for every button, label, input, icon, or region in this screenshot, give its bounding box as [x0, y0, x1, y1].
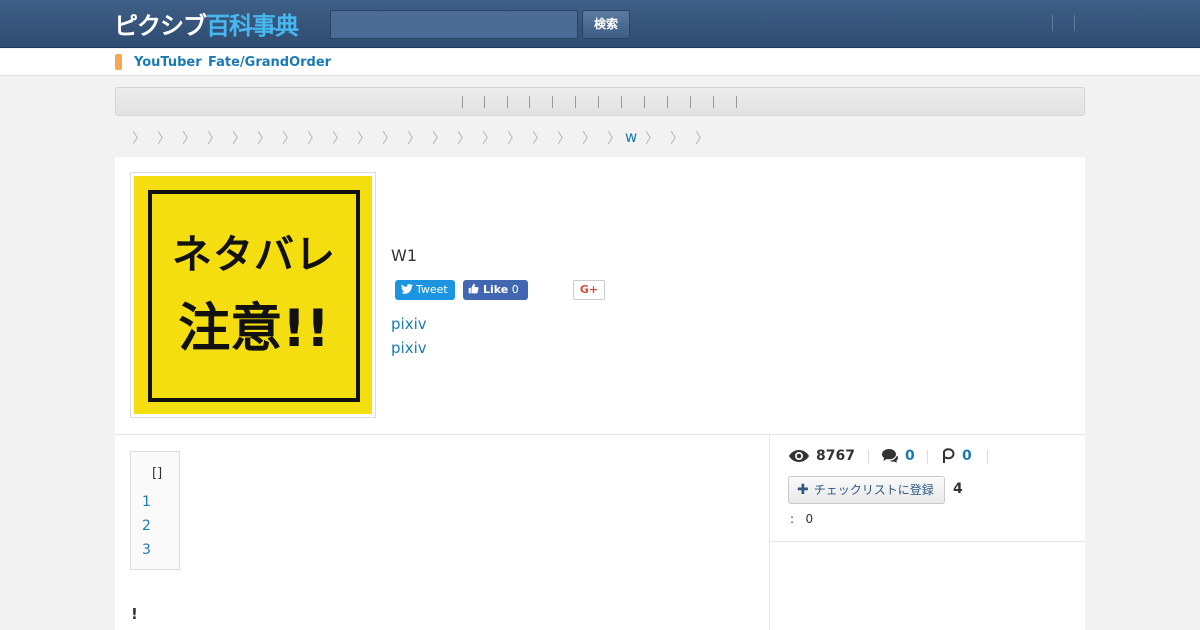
chevron-right-icon: 〉	[357, 131, 371, 147]
meta-value: 0	[805, 512, 814, 526]
article-thumbnail[interactable]: ネタバレ 注意!!	[130, 172, 376, 418]
tag-link-fgo[interactable]: Fate/GrandOrder	[208, 55, 331, 70]
chevron-right-icon: 〉	[407, 131, 421, 147]
menu-divider	[667, 96, 668, 108]
chevron-right-icon: 〉	[482, 131, 496, 147]
chevron-right-icon: 〉	[307, 131, 321, 147]
chevron-right-icon: 〉	[282, 131, 296, 147]
logo-text-pixiv: ピクシブ	[114, 11, 207, 40]
thumbs-up-icon	[468, 283, 479, 294]
spoiler-warning-line2: 注意!!	[178, 299, 330, 359]
google-plus-button[interactable]: G+	[573, 280, 605, 300]
menu-divider	[644, 96, 645, 108]
stat-divider	[868, 450, 869, 464]
chevron-right-icon: 〉	[332, 131, 346, 147]
chevron-right-icon: 〉	[557, 131, 571, 147]
chevron-right-icon: 〉	[157, 131, 171, 147]
chevron-right-icon: 〉	[582, 131, 596, 147]
header-divider	[1052, 15, 1053, 31]
chevron-right-icon: 〉	[132, 131, 146, 147]
menu-divider	[529, 96, 530, 108]
menu-divider	[507, 96, 508, 108]
stat-divider	[987, 450, 988, 464]
comments-icon	[882, 449, 898, 463]
view-count-value: 8767	[816, 448, 855, 464]
view-count: 8767	[789, 448, 855, 464]
section-divider	[115, 434, 1085, 435]
tweet-button[interactable]: Tweet	[395, 280, 455, 300]
chevron-right-icon: 〉	[645, 131, 659, 147]
menu-divider	[690, 96, 691, 108]
pixiv-link[interactable]: pixiv	[391, 315, 427, 333]
meta-info: : 0	[790, 512, 813, 526]
plus-icon: ✚	[797, 482, 809, 498]
chevron-right-icon: 〉	[232, 131, 246, 147]
sidebar-divider	[770, 541, 1085, 542]
spoiler-warning-line1: ネタバレ	[172, 232, 336, 278]
chevron-right-icon: 〉	[670, 131, 684, 147]
menu-divider	[462, 96, 463, 108]
checklist-count: 4	[953, 481, 963, 497]
top-header: ピクシブ 百科事典 検索	[0, 0, 1200, 48]
spoiler-warning-image: ネタバレ 注意!!	[134, 176, 372, 414]
eye-icon	[789, 450, 809, 462]
comment-count-value: 0	[905, 448, 915, 464]
meta-separator: :	[790, 512, 795, 526]
site-logo[interactable]: ピクシブ 百科事典	[114, 8, 299, 40]
menu-divider	[621, 96, 622, 108]
checklist-label: チェックリストに登録	[813, 483, 934, 497]
pixiv-p-icon	[943, 448, 955, 463]
menu-divider	[598, 96, 599, 108]
menu-divider	[552, 96, 553, 108]
logo-text-encyclopedia: 百科事典	[206, 11, 299, 40]
comment-count[interactable]: 0	[882, 448, 915, 464]
chevron-right-icon: 〉	[382, 131, 396, 147]
tag-marker	[115, 54, 122, 70]
pixiv-work-count-value: 0	[962, 448, 972, 464]
pixiv-work-count[interactable]: 0	[941, 448, 972, 464]
search-input[interactable]	[330, 10, 578, 39]
chevron-right-icon: 〉	[207, 131, 221, 147]
chevron-right-icon: 〉	[507, 131, 521, 147]
menu-divider	[484, 96, 485, 108]
article-title: W1	[391, 246, 417, 265]
like-count: 0	[511, 283, 519, 296]
body-heading: !	[131, 605, 138, 623]
toc-title[interactable]: []	[152, 466, 162, 481]
category-menu-bar	[115, 87, 1085, 116]
stat-divider	[927, 450, 928, 464]
chevron-right-icon: 〉	[432, 131, 446, 147]
tag-nav: YouTuber Fate/GrandOrder	[0, 49, 1200, 76]
header-divider	[1074, 15, 1075, 31]
spoiler-warning-border: ネタバレ 注意!!	[148, 190, 360, 402]
tag-link-youtuber[interactable]: YouTuber	[134, 55, 202, 70]
toc-item[interactable]: 1	[142, 494, 151, 510]
pixiv-link[interactable]: pixiv	[391, 339, 427, 357]
toc-item[interactable]: 3	[142, 542, 151, 558]
search-button[interactable]: 検索	[582, 10, 630, 39]
breadcrumb-link[interactable]: w	[625, 128, 637, 146]
chevron-right-icon: 〉	[457, 131, 471, 147]
chevron-right-icon: 〉	[532, 131, 546, 147]
tweet-label: Tweet	[416, 283, 448, 296]
like-label: Like	[483, 283, 509, 296]
add-to-checklist-button[interactable]: ✚ チェックリストに登録	[788, 476, 945, 504]
facebook-like-button[interactable]: Like 0	[463, 280, 528, 300]
chevron-right-icon: 〉	[695, 131, 709, 147]
menu-divider	[736, 96, 737, 108]
chevron-right-icon: 〉	[257, 131, 271, 147]
chevron-right-icon: 〉	[607, 131, 621, 147]
menu-divider	[713, 96, 714, 108]
chevron-right-icon: 〉	[182, 131, 196, 147]
menu-divider	[575, 96, 576, 108]
twitter-bird-icon	[401, 284, 413, 294]
toc-item[interactable]: 2	[142, 518, 151, 534]
column-divider	[769, 435, 770, 630]
table-of-contents: [] 1 2 3	[130, 451, 180, 570]
